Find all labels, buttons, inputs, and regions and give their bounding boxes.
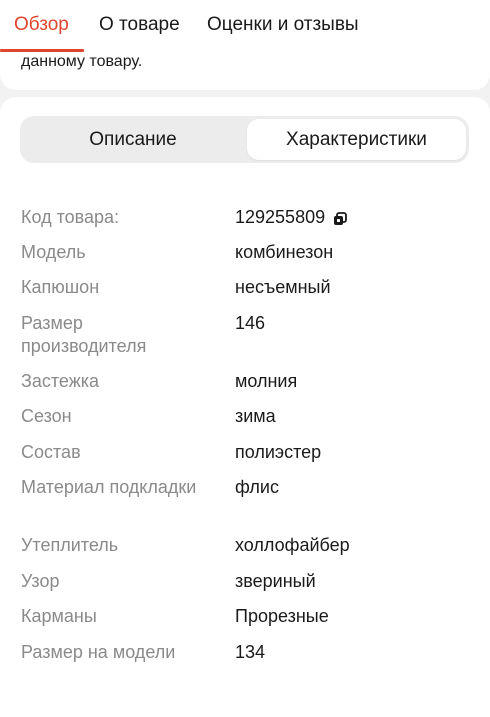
spec-value: 129255809 — [235, 206, 348, 229]
top-tab-bar: Обзор О товаре Оценки и отзывы — [0, 0, 490, 52]
product-code-value: 129255809 — [235, 207, 326, 227]
spec-value: полиэстер — [235, 442, 322, 462]
spec-label: Код товара: — [21, 207, 120, 227]
spec-label: Карманы — [21, 606, 97, 626]
tab-about-product[interactable]: О товаре — [99, 14, 180, 36]
spec-value: холлофайбер — [235, 535, 350, 555]
spec-value: 146 — [235, 313, 266, 333]
description-text: данному товару. — [21, 53, 143, 70]
segment-characteristics[interactable]: Характеристики — [247, 119, 466, 160]
spec-value: звериный — [235, 571, 316, 591]
segment-description[interactable]: Описание — [23, 119, 243, 160]
spec-label: Модель — [21, 242, 86, 262]
description-card: данному товару. — [0, 52, 490, 90]
tab-overview[interactable]: Обзор — [14, 14, 69, 36]
spec-value: комбинезон — [235, 242, 334, 262]
spec-value: флис — [235, 477, 279, 497]
spec-label: Состав — [21, 442, 81, 462]
spec-label: Размер производителя — [21, 313, 147, 356]
characteristics-card: Описание Характеристики Код товара: 1292… — [0, 97, 490, 717]
spec-value: 134 — [235, 642, 266, 662]
tab-ratings-reviews[interactable]: Оценки и отзывы — [207, 14, 359, 36]
spec-label: Сезон — [21, 406, 72, 426]
spec-value: молния — [235, 371, 298, 391]
spec-value: несъемный — [235, 277, 331, 297]
description-characteristics-toggle: Описание Характеристики — [20, 116, 469, 163]
copy-icon[interactable] — [333, 209, 348, 226]
spec-label: Застежка — [21, 371, 100, 391]
spec-label: Капюшон — [21, 277, 100, 297]
spec-label: Узор — [21, 571, 60, 591]
spec-value: зима — [235, 406, 276, 426]
spec-value: Прорезные — [235, 606, 329, 626]
spec-label: Материал подкладки — [21, 477, 197, 497]
spec-label: Размер на модели — [21, 642, 176, 662]
spec-label: Утеплитель — [21, 535, 119, 555]
